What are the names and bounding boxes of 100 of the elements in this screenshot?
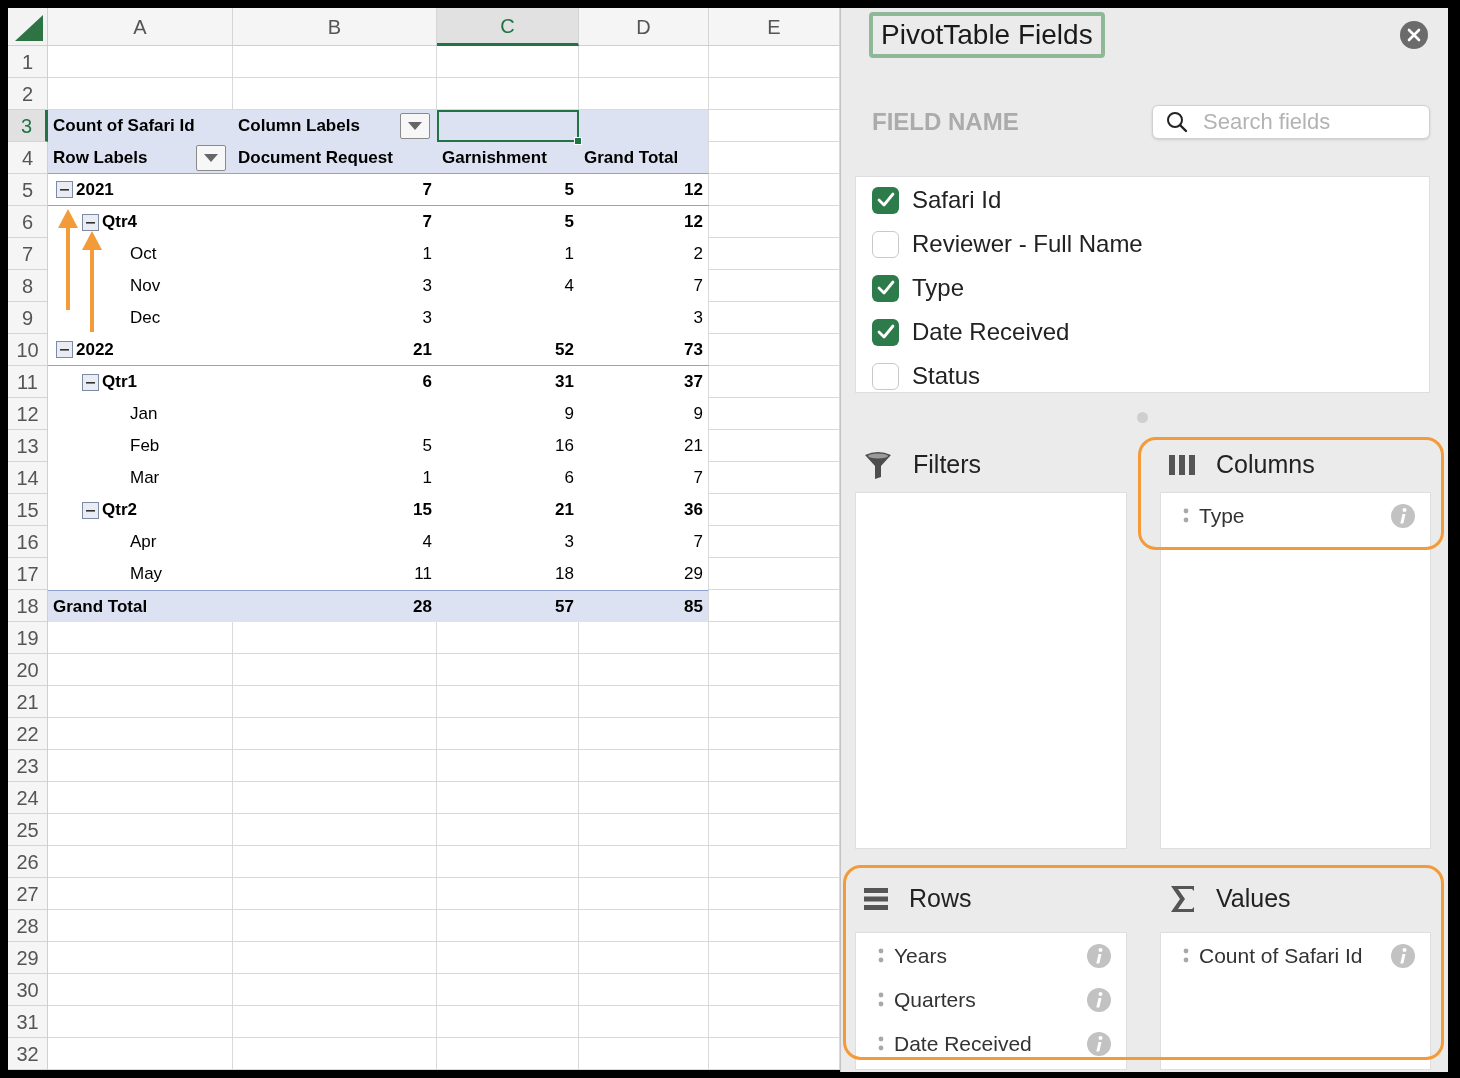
drop-zone[interactable]: Count of Safari Id <box>1160 932 1431 1070</box>
pivot-cell: Count of Safari Id <box>48 110 233 142</box>
section-label: FIELD NAME <box>872 107 1019 137</box>
column-header[interactable]: C <box>437 8 579 46</box>
area-label: Filters <box>913 448 982 480</box>
row-header[interactable]: 12 <box>8 398 48 430</box>
value-cell: 7 <box>579 526 709 558</box>
area-label: Rows <box>909 882 972 914</box>
value-cell-text: 5 <box>563 211 575 234</box>
row-header[interactable]: 32 <box>8 1038 48 1070</box>
row-header[interactable]: 5 <box>8 174 48 206</box>
value-cell: 7 <box>579 270 709 302</box>
value-cell-text: 9 <box>563 403 575 426</box>
caret-icon[interactable] <box>407 121 423 131</box>
checkbox[interactable] <box>872 362 899 390</box>
row-header[interactable]: 28 <box>8 910 48 942</box>
area-field-label[interactable]: Years <box>894 940 947 972</box>
pivot-cell: Grand Total <box>579 142 709 174</box>
drop-zone[interactable]: Type <box>1160 492 1431 849</box>
value-cell: 21 <box>233 334 437 366</box>
pivot-label: Column Labels <box>238 115 360 138</box>
row-header[interactable]: 18 <box>8 590 48 622</box>
row-header[interactable]: 11 <box>8 366 48 398</box>
area-field-label[interactable]: Count of Safari Id <box>1199 940 1363 972</box>
checkmark-icon[interactable] <box>876 280 895 296</box>
checkbox[interactable] <box>872 230 899 258</box>
field-label[interactable]: Date Received <box>912 314 1070 350</box>
value-cell-text: 11 <box>413 563 433 586</box>
search-field[interactable]: Search fields <box>1152 105 1430 139</box>
selected-cell[interactable] <box>437 110 579 142</box>
checkmark-icon[interactable] <box>876 192 895 208</box>
value-cell-text: 18 <box>554 563 575 586</box>
caret-icon[interactable] <box>203 152 219 163</box>
filter-dropdown-button[interactable] <box>400 113 430 139</box>
row-label: 2022 <box>76 338 114 361</box>
row-header[interactable]: 15 <box>8 494 48 526</box>
splitter-handle[interactable] <box>1137 412 1148 423</box>
value-cell: 9 <box>579 398 709 430</box>
row-header[interactable]: 4 <box>8 142 48 174</box>
value-cell: 28 <box>233 590 437 622</box>
drag-handle-icon[interactable] <box>878 1035 884 1053</box>
panel-title: PivotTable Fields <box>869 12 1105 58</box>
checkbox[interactable] <box>872 186 899 214</box>
row-header[interactable]: 26 <box>8 846 48 878</box>
row-header[interactable]: 21 <box>8 686 48 718</box>
value-cell-text: 31 <box>554 371 575 394</box>
checkbox[interactable] <box>872 274 899 302</box>
pivot-cell: Garnishment <box>437 142 579 174</box>
row-header[interactable]: 17 <box>8 558 48 590</box>
row-header[interactable]: 20 <box>8 654 48 686</box>
row-header[interactable]: 8 <box>8 270 48 302</box>
row-header[interactable]: 19 <box>8 622 48 654</box>
value-cell-text: 4 <box>421 531 433 554</box>
close-button[interactable] <box>1400 21 1428 49</box>
row-header[interactable]: 22 <box>8 718 48 750</box>
field-label[interactable]: Safari Id <box>912 182 1002 218</box>
row-header[interactable]: 16 <box>8 526 48 558</box>
row-header[interactable]: 2 <box>8 78 48 110</box>
value-cell: 85 <box>579 590 709 622</box>
field-label[interactable]: Type <box>912 270 965 306</box>
drag-handle-icon[interactable] <box>1183 947 1189 965</box>
value-cell-text: 21 <box>554 499 575 522</box>
value-cell: 21 <box>579 430 709 462</box>
column-header[interactable]: A <box>48 8 233 46</box>
row-header[interactable]: 25 <box>8 814 48 846</box>
checkmark-icon[interactable] <box>876 324 895 340</box>
row-header[interactable]: 9 <box>8 302 48 334</box>
row-header[interactable]: 30 <box>8 974 48 1006</box>
column-header[interactable]: B <box>233 8 437 46</box>
row-header[interactable]: 3 <box>8 110 48 142</box>
field-label[interactable]: Status <box>912 358 981 394</box>
row-header[interactable]: 14 <box>8 462 48 494</box>
drop-zone[interactable]: Years Quarters Date Received <box>855 932 1127 1070</box>
column-header[interactable]: E <box>709 8 840 46</box>
area-field-label[interactable]: Type <box>1199 500 1245 532</box>
drag-handle-icon[interactable] <box>878 947 884 965</box>
checkbox[interactable] <box>872 318 899 346</box>
row-header[interactable]: 29 <box>8 942 48 974</box>
field-label[interactable]: Reviewer - Full Name <box>912 226 1143 262</box>
value-cell: 12 <box>579 206 709 238</box>
row-label: May <box>129 563 164 586</box>
filter-dropdown-button[interactable] <box>196 144 226 171</box>
row-header[interactable]: 10 <box>8 334 48 366</box>
drag-handle-icon[interactable] <box>878 991 884 1009</box>
column-header[interactable]: D <box>579 8 709 46</box>
row-header[interactable]: 6 <box>8 206 48 238</box>
row-header[interactable]: 23 <box>8 750 48 782</box>
area-field-label[interactable]: Date Received <box>894 1028 1032 1060</box>
drag-handle-icon[interactable] <box>1183 507 1189 525</box>
row-header[interactable]: 13 <box>8 430 48 462</box>
row-header[interactable]: 7 <box>8 238 48 270</box>
row-header[interactable]: 27 <box>8 878 48 910</box>
row-label: Grand Total <box>48 590 233 622</box>
row-header[interactable]: 31 <box>8 1006 48 1038</box>
value-cell: 7 <box>579 462 709 494</box>
row-header[interactable]: 1 <box>8 46 48 78</box>
close-icon[interactable] <box>1407 28 1421 42</box>
fill-handle[interactable] <box>574 137 582 145</box>
row-header[interactable]: 24 <box>8 782 48 814</box>
area-field-label[interactable]: Quarters <box>894 984 976 1016</box>
